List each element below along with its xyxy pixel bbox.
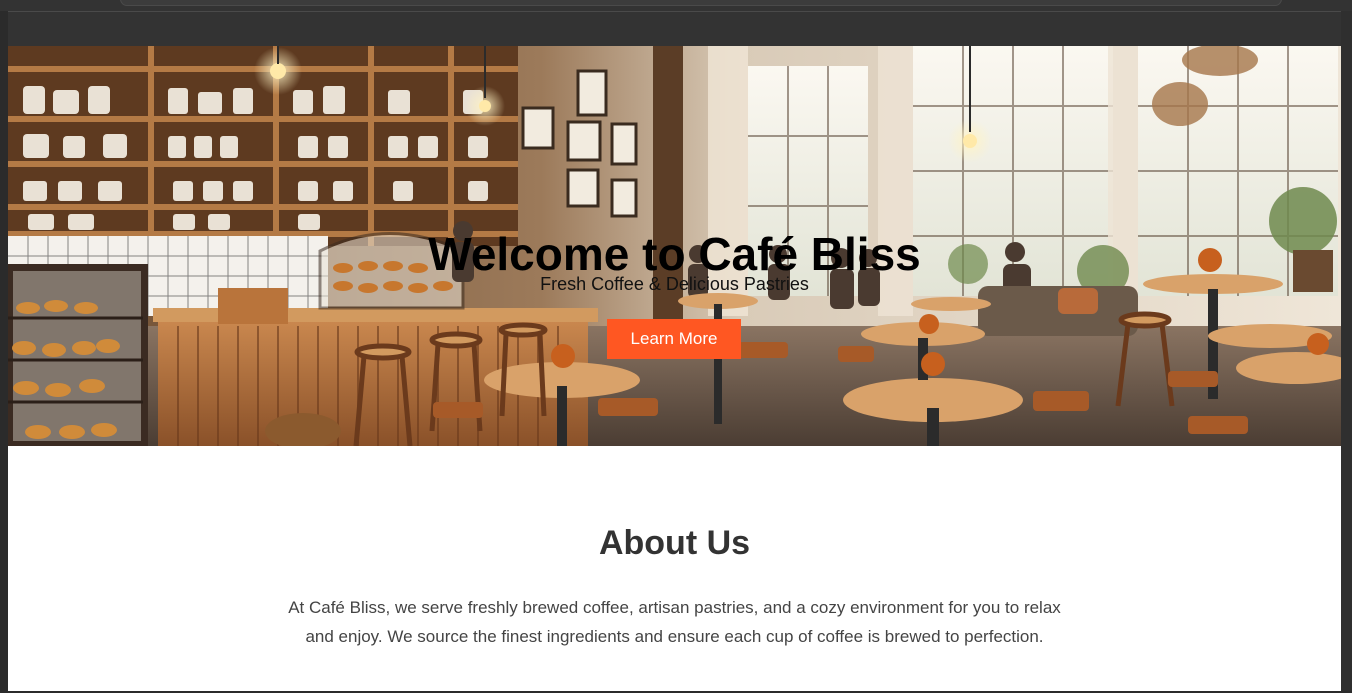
page-frame: Welcome to Café Bliss Fresh Coffee & Del…: [0, 0, 1352, 693]
hero-section: Welcome to Café Bliss Fresh Coffee & Del…: [8, 46, 1341, 446]
browser-divider: [0, 11, 1352, 12]
hero-subtitle: Fresh Coffee & Delicious Pastries: [540, 274, 809, 294]
browser-address-pill: [120, 0, 1282, 6]
about-section: About Us At Café Bliss, we serve freshly…: [8, 446, 1341, 691]
browser-top-bar: [0, 0, 1352, 46]
learn-more-button[interactable]: Learn More: [607, 319, 741, 359]
about-title: About Us: [598, 524, 751, 562]
window-left-edge: [0, 11, 8, 693]
about-description: At Café Bliss, we serve freshly brewed c…: [288, 598, 1061, 646]
window-right-edge: [1341, 11, 1352, 693]
